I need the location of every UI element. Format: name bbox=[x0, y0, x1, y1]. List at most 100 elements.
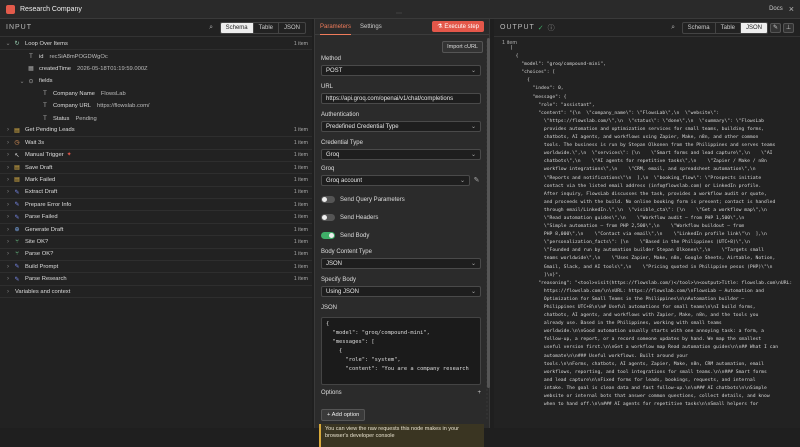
add-option-button[interactable]: + Add option bbox=[321, 409, 366, 421]
url-input[interactable]: https://api.groq.com/openai/v1/chat/comp… bbox=[321, 93, 481, 104]
tree-field[interactable]: T Company URL https://flowslab.com/ bbox=[0, 100, 312, 112]
search-icon[interactable]: ⌕ bbox=[207, 23, 216, 32]
method-label: Method bbox=[321, 56, 342, 62]
tree-node[interactable]: › ⊕ Generate Draft 1 item bbox=[0, 224, 312, 237]
tree-field[interactable]: T Status Pending bbox=[0, 112, 312, 124]
chevron-icon[interactable]: › bbox=[4, 289, 12, 295]
chevron-icon[interactable]: ⌄ bbox=[4, 40, 12, 47]
method-select[interactable]: POST ⌄ bbox=[321, 65, 481, 76]
close-icon[interactable]: × bbox=[789, 4, 794, 14]
tree-node[interactable]: › ▤ Save Draft 1 item bbox=[0, 162, 312, 175]
tree-node-label: Company URL bbox=[53, 103, 92, 110]
url-value: https://api.groq.com/openai/v1/chat/comp… bbox=[326, 95, 454, 102]
method-field: Method POST ⌄ bbox=[321, 56, 481, 76]
tree-node[interactable]: › ⑂ Site OK? 1 item bbox=[0, 236, 312, 249]
body-content-type-select[interactable]: JSON ⌄ bbox=[321, 258, 481, 269]
developer-console-note: You can view the raw requests this node … bbox=[319, 424, 484, 447]
tree-node-label: Status bbox=[53, 115, 70, 122]
tree-field-value: recSiA8mPOGDWgOc bbox=[49, 53, 108, 60]
chevron-icon[interactable]: › bbox=[4, 214, 12, 220]
chevron-icon[interactable]: › bbox=[4, 165, 12, 171]
chevron-icon[interactable]: › bbox=[4, 127, 12, 133]
chevron-icon[interactable]: › bbox=[4, 251, 12, 257]
tree-node[interactable]: › ✎ Build Prompt 1 item bbox=[0, 261, 312, 274]
output-view-json[interactable]: JSON bbox=[739, 22, 767, 33]
branch-icon: ⑂ bbox=[15, 251, 19, 258]
docs-link[interactable]: Docs bbox=[769, 6, 783, 12]
send-headers-label: Send Headers bbox=[340, 214, 379, 221]
chevron-down-icon: ⌄ bbox=[470, 289, 476, 295]
chevron-icon[interactable]: › bbox=[4, 177, 12, 183]
tree-field[interactable]: T Company Name FlowsLab bbox=[0, 88, 312, 100]
chevron-icon[interactable]: › bbox=[4, 189, 12, 195]
chevron-icon[interactable]: › bbox=[4, 140, 12, 146]
table-icon: ▤ bbox=[14, 165, 20, 172]
credential-type-field: Credential Type Groq ⌄ bbox=[321, 140, 481, 160]
tree-node[interactable]: › ✎ Parse Failed 1 item bbox=[0, 211, 312, 224]
search-icon[interactable]: ⌕ bbox=[669, 23, 678, 32]
output-view-table[interactable]: Table bbox=[714, 22, 740, 33]
input-view-schema[interactable]: Schema bbox=[220, 22, 253, 33]
chevron-icon[interactable]: › bbox=[4, 152, 12, 158]
chevron-icon[interactable]: › bbox=[4, 264, 12, 270]
output-json-viewer[interactable]: [ { "model": "groq/compound-mini", "choi… bbox=[510, 45, 795, 425]
tree-field[interactable]: ▦ createdTime 2026-05-18T01:19:59.000Z bbox=[0, 63, 312, 75]
item-count: 1 item bbox=[293, 164, 308, 171]
tree-node[interactable]: › ✎ Parse Research 1 item bbox=[0, 273, 312, 286]
pencil-edit-icon[interactable]: ✎ bbox=[472, 176, 481, 185]
item-count: 1 item bbox=[293, 263, 308, 270]
tree-field[interactable]: ⌄ ⊙ fields bbox=[0, 75, 312, 87]
chevron-icon[interactable]: › bbox=[4, 227, 12, 233]
chevron-icon[interactable]: ⌄ bbox=[18, 78, 26, 85]
chevron-icon[interactable]: › bbox=[4, 276, 12, 282]
pencil-edit-icon[interactable]: ✎ bbox=[770, 22, 781, 33]
input-view-switch: Schema Table JSON bbox=[219, 21, 306, 34]
chevron-icon[interactable]: › bbox=[4, 239, 12, 245]
chevron-down-icon: ⌄ bbox=[460, 178, 466, 184]
body-content-type-value: JSON bbox=[326, 260, 343, 267]
tree-node[interactable]: › ▤ Mark Failed 1 item bbox=[0, 174, 312, 187]
send-body-toggle[interactable]: Send Body bbox=[321, 232, 369, 239]
execute-step-button[interactable]: ⚗ Execute step bbox=[432, 21, 484, 32]
input-view-json[interactable]: JSON bbox=[277, 22, 305, 33]
send-headers-toggle[interactable]: Send Headers bbox=[321, 214, 378, 221]
drag-handle-icon[interactable]: ⋯ bbox=[396, 10, 404, 17]
import-curl-button[interactable]: Import cURL bbox=[442, 41, 483, 53]
chevron-down-icon: ⌄ bbox=[470, 68, 476, 74]
authentication-select[interactable]: Predefined Credential Type ⌄ bbox=[321, 121, 481, 132]
specify-body-select[interactable]: Using JSON ⌄ bbox=[321, 286, 481, 297]
pin-icon[interactable]: ⊥ bbox=[783, 22, 794, 33]
calendar-icon: ▦ bbox=[28, 66, 34, 73]
tree-node[interactable]: › ⑂ Parse OK? 1 item bbox=[0, 249, 312, 262]
tree-node[interactable]: › ◷ Wait 3s 1 item bbox=[0, 137, 312, 150]
output-view-schema[interactable]: Schema bbox=[683, 23, 715, 33]
check-circle-icon: ✓ bbox=[537, 24, 545, 32]
credential-type-select[interactable]: Groq ⌄ bbox=[321, 149, 481, 160]
send-query-toggle[interactable]: Send Query Parameters bbox=[321, 196, 405, 203]
output-panel: OUTPUT ✓ ⓘ ⌕ Schema Table JSON ✎ ⊥ 1 ite… bbox=[494, 19, 800, 428]
tree-node[interactable]: › ↖ Manual Trigger ✦ 1 item bbox=[0, 150, 312, 162]
tree-node[interactable]: › ✎ Prepare Error Info 1 item bbox=[0, 199, 312, 212]
tree-node[interactable]: › Variables and context bbox=[0, 286, 312, 299]
chevron-icon[interactable]: › bbox=[4, 202, 12, 208]
item-count: 1 item bbox=[293, 152, 308, 159]
edit-icon: ✎ bbox=[14, 202, 20, 209]
input-view-table[interactable]: Table bbox=[252, 22, 278, 33]
json-body-editor[interactable]: { "model": "groq/compound-mini", "messag… bbox=[321, 317, 481, 385]
tree-node[interactable]: › ✎ Extract Draft 1 item bbox=[0, 187, 312, 200]
tree-field-value: FlowsLab bbox=[100, 90, 126, 97]
chevron-down-icon: ⌄ bbox=[470, 152, 476, 158]
tab-settings[interactable]: Settings bbox=[360, 19, 382, 35]
scrollbar[interactable] bbox=[487, 38, 490, 388]
plus-icon[interactable]: + bbox=[477, 390, 481, 396]
tree-field[interactable]: Tid recSiA8mPOGDWgOc bbox=[0, 50, 312, 62]
tab-parameters[interactable]: Parameters bbox=[320, 19, 352, 35]
groq-account-select[interactable]: Groq account ⌄ bbox=[321, 175, 471, 186]
tree-node[interactable]: › ▤ Get Pending Leads 1 item bbox=[0, 125, 312, 138]
tree-node-label: Mark Failed bbox=[25, 176, 56, 183]
tree-node-label: Prepare Error Info bbox=[25, 201, 72, 208]
tree-node[interactable]: ⌄ ↻ Loop Over Items 1 item bbox=[0, 38, 312, 51]
edit-icon: ✎ bbox=[14, 214, 20, 221]
tree-node-label: Manual Trigger bbox=[25, 152, 64, 159]
tree-node-label: Parse Failed bbox=[25, 214, 58, 221]
